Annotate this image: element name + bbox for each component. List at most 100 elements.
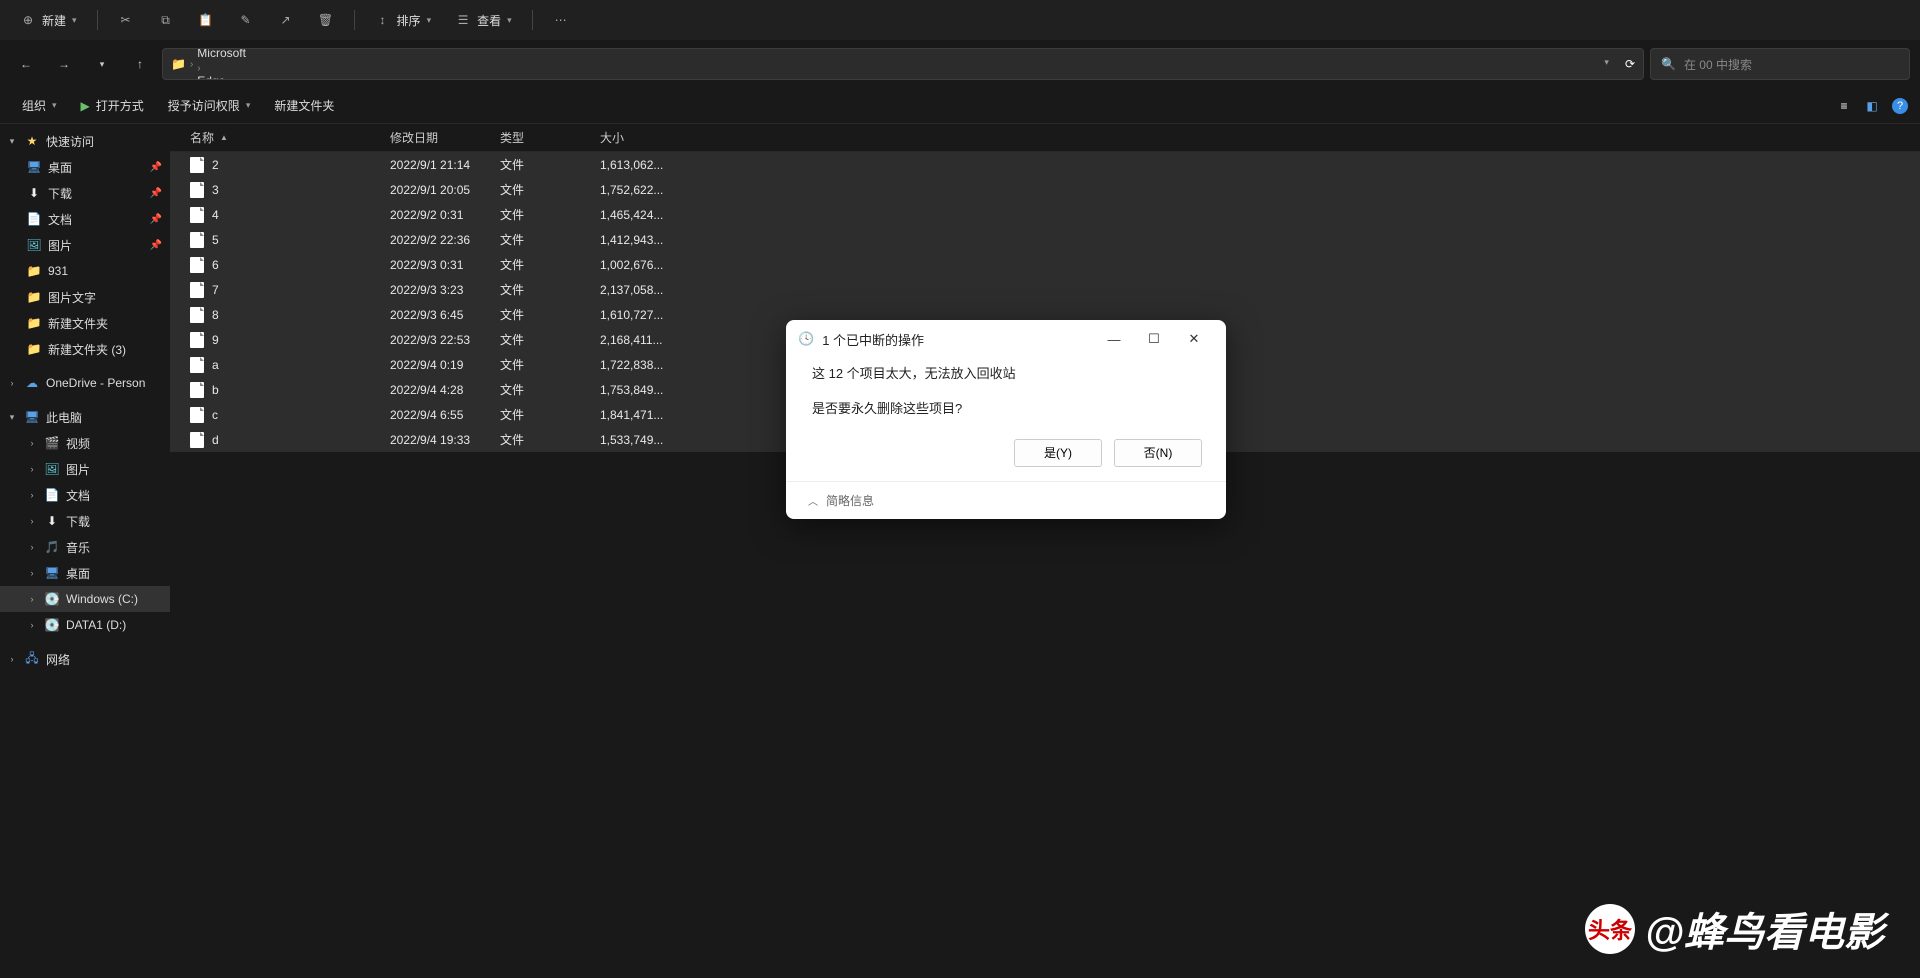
file-row[interactable]: 62022/9/3 0:31文件1,002,676...: [170, 252, 1920, 277]
forward-button[interactable]: →: [48, 48, 80, 80]
file-size: 1,002,676...: [600, 258, 700, 272]
file-date: 2022/9/3 6:45: [390, 308, 500, 322]
tree-newfolder3[interactable]: 📁新建文件夹 (3): [0, 336, 170, 362]
maximize-button[interactable]: ☐: [1134, 324, 1174, 354]
file-size: 1,722,838...: [600, 358, 700, 372]
tree-this-pc[interactable]: ▾🖥此电脑: [0, 404, 170, 430]
no-button[interactable]: 否(N): [1114, 439, 1202, 467]
tree-music[interactable]: ›🎵音乐: [0, 534, 170, 560]
paste-button[interactable]: 📋: [188, 6, 224, 34]
file-row[interactable]: 22022/9/1 21:14文件1,613,062...: [170, 152, 1920, 177]
more-button[interactable]: ⋯: [543, 6, 579, 34]
file-icon: [190, 357, 204, 373]
share-button[interactable]: ↗: [268, 6, 304, 34]
tree-network[interactable]: ›🖧网络: [0, 646, 170, 672]
column-name[interactable]: 名称▲: [190, 129, 390, 146]
file-icon: [190, 332, 204, 348]
file-type: 文件: [500, 281, 600, 298]
download-icon: ⬇: [44, 513, 60, 529]
list-header: 名称▲ 修改日期 类型 大小: [170, 124, 1920, 152]
document-icon: 📄: [44, 487, 60, 503]
yes-button[interactable]: 是(Y): [1014, 439, 1102, 467]
column-type[interactable]: 类型: [500, 129, 600, 146]
more-icon: ⋯: [553, 12, 569, 28]
separator: [354, 10, 355, 30]
column-date[interactable]: 修改日期: [390, 129, 500, 146]
tree-documents2[interactable]: ›📄文档: [0, 482, 170, 508]
file-type: 文件: [500, 431, 600, 448]
delete-button[interactable]: 🗑: [308, 6, 344, 34]
cut-button[interactable]: ✂: [108, 6, 144, 34]
minimize-button[interactable]: —: [1094, 324, 1134, 354]
file-name: 2: [212, 158, 219, 172]
file-list: 名称▲ 修改日期 类型 大小 22022/9/1 21:14文件1,613,06…: [170, 124, 1920, 978]
tree-onedrive[interactable]: ›☁OneDrive - Person: [0, 370, 170, 396]
tree-downloads[interactable]: ⬇下载📌: [0, 180, 170, 206]
file-row[interactable]: 52022/9/2 22:36文件1,412,943...: [170, 227, 1920, 252]
tree-desktop[interactable]: 🖥桌面📌: [0, 154, 170, 180]
tree-data1-d[interactable]: ›💽DATA1 (D:): [0, 612, 170, 638]
refresh-icon[interactable]: ⟳: [1625, 57, 1635, 71]
download-icon: ⬇: [26, 185, 42, 201]
column-size[interactable]: 大小: [600, 129, 700, 146]
file-size: 2,168,411...: [600, 333, 700, 347]
tree-newfolder[interactable]: 📁新建文件夹: [0, 310, 170, 336]
preview-pane-icon[interactable]: ◧: [1864, 98, 1880, 114]
tree-ptext[interactable]: 📁图片文字: [0, 284, 170, 310]
dialog-footer[interactable]: ︿ 简略信息: [786, 481, 1226, 519]
file-row[interactable]: 42022/9/2 0:31文件1,465,424...: [170, 202, 1920, 227]
tree-931[interactable]: 📁931: [0, 258, 170, 284]
close-button[interactable]: ✕: [1174, 324, 1214, 354]
watermark-text: @蜂鸟看电影: [1645, 900, 1884, 958]
tree-pictures[interactable]: 🖼图片📌: [0, 232, 170, 258]
sort-button[interactable]: ↕ 排序 ▾: [365, 6, 442, 35]
sidebar: ▾★快速访问 🖥桌面📌 ⬇下载📌 📄文档📌 🖼图片📌 📁931 📁图片文字 📁新…: [0, 124, 170, 978]
back-button[interactable]: ←: [10, 48, 42, 80]
grant-access-label: 授予访问权限: [168, 97, 240, 114]
pin-icon: 📌: [150, 188, 162, 199]
search-placeholder: 在 00 中搜索: [1684, 56, 1752, 73]
dialog-titlebar: 🕓 1 个已中断的操作 — ☐ ✕: [786, 320, 1226, 358]
up-button[interactable]: ↑: [124, 48, 156, 80]
file-icon: [190, 257, 204, 273]
new-button[interactable]: ⊕ 新建 ▾: [10, 6, 87, 35]
tree-desktop2[interactable]: ›🖥桌面: [0, 560, 170, 586]
organize-button[interactable]: 组织 ▾: [12, 93, 67, 118]
open-mode-button[interactable]: ▶ 打开方式: [71, 93, 154, 118]
chevron-right-icon: ›: [190, 59, 193, 70]
tree-downloads2[interactable]: ›⬇下载: [0, 508, 170, 534]
details-view-icon[interactable]: ≡: [1836, 98, 1852, 114]
search-input[interactable]: 🔍 在 00 中搜索: [1650, 48, 1910, 80]
rename-button[interactable]: ✎: [228, 6, 264, 34]
file-size: 1,412,943...: [600, 233, 700, 247]
picture-icon: 🖼: [26, 237, 42, 253]
file-date: 2022/9/4 4:28: [390, 383, 500, 397]
help-icon[interactable]: ?: [1892, 98, 1908, 114]
tree-documents[interactable]: 📄文档📌: [0, 206, 170, 232]
file-type: 文件: [500, 156, 600, 173]
new-folder-button[interactable]: 新建文件夹: [264, 93, 344, 118]
address-bar[interactable]: 📁 › 此电脑›Windows (C:)›用户›lenovo›AppData›L…: [162, 48, 1644, 80]
main-area: ▾★快速访问 🖥桌面📌 ⬇下载📌 📄文档📌 🖼图片📌 📁931 📁图片文字 📁新…: [0, 124, 1920, 978]
view-button[interactable]: ☰ 查看 ▾: [445, 6, 522, 35]
file-date: 2022/9/3 22:53: [390, 333, 500, 347]
file-name: c: [212, 408, 218, 422]
copy-button[interactable]: ⧉: [148, 6, 184, 34]
chevron-down-icon[interactable]: ▾: [1604, 57, 1609, 71]
tree-quick-access[interactable]: ▾★快速访问: [0, 128, 170, 154]
search-icon: 🔍: [1661, 57, 1676, 71]
tree-pictures2[interactable]: ›🖼图片: [0, 456, 170, 482]
tree-videos[interactable]: ›🎬视频: [0, 430, 170, 456]
file-row[interactable]: 32022/9/1 20:05文件1,752,622...: [170, 177, 1920, 202]
file-type: 文件: [500, 256, 600, 273]
tree-windows-c[interactable]: ›💽Windows (C:): [0, 586, 170, 612]
recent-button[interactable]: ▾: [86, 48, 118, 80]
file-row[interactable]: 72022/9/3 3:23文件2,137,058...: [170, 277, 1920, 302]
file-type: 文件: [500, 306, 600, 323]
breadcrumb-segment[interactable]: Edge: [197, 74, 421, 80]
file-size: 1,753,849...: [600, 383, 700, 397]
grant-access-button[interactable]: 授予访问权限 ▾: [158, 93, 261, 118]
folder-icon: 📁: [26, 289, 42, 305]
cut-icon: ✂: [118, 12, 134, 28]
breadcrumb-segment[interactable]: Microsoft: [197, 48, 421, 60]
